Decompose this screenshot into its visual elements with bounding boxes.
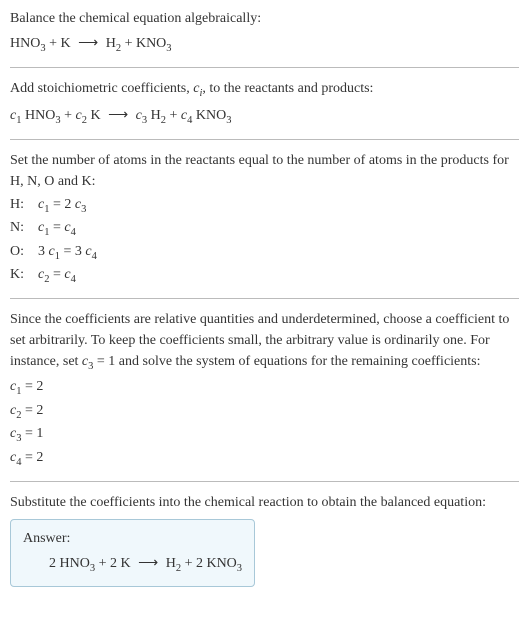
atom-row-o: O: 3 c1 = 3 c4 bbox=[10, 241, 519, 265]
step2-intro: Set the number of atoms in the reactants… bbox=[10, 150, 519, 192]
divider bbox=[10, 481, 519, 482]
atom-row-n: N: c1 = c4 bbox=[10, 217, 519, 241]
arrow-icon: ⟶ bbox=[104, 108, 132, 123]
atom-label: K: bbox=[10, 264, 38, 285]
eq-text: KNO bbox=[192, 108, 226, 123]
coef-line: c4 = 2 bbox=[10, 447, 519, 471]
eq-text: + 2 K bbox=[95, 556, 134, 571]
eq-text: H bbox=[102, 36, 116, 51]
step2-section: Set the number of atoms in the reactants… bbox=[10, 150, 519, 288]
atom-table: H: c1 = 2 c3 N: c1 = c4 O: 3 c1 = 3 c4 K… bbox=[10, 194, 519, 288]
step3-text: Since the coefficients are relative quan… bbox=[10, 309, 519, 375]
atom-eq: c1 = 2 c3 bbox=[38, 194, 86, 218]
atom-eq: c1 = c4 bbox=[38, 217, 76, 241]
eq-text: H bbox=[147, 108, 161, 123]
eq-text: + KNO bbox=[121, 36, 166, 51]
atom-row-h: H: c1 = 2 c3 bbox=[10, 194, 519, 218]
coef-line: c1 = 2 bbox=[10, 376, 519, 400]
divider bbox=[10, 67, 519, 68]
intro-section: Balance the chemical equation algebraica… bbox=[10, 8, 519, 57]
step3-section: Since the coefficients are relative quan… bbox=[10, 309, 519, 471]
step1-section: Add stoichiometric coefficients, ci, to … bbox=[10, 78, 519, 129]
atom-label: H: bbox=[10, 194, 38, 215]
eq-text: + bbox=[61, 108, 76, 123]
divider bbox=[10, 139, 519, 140]
eq-text: + bbox=[166, 108, 181, 123]
coef-line: c3 = 1 bbox=[10, 423, 519, 447]
eq-text: K bbox=[87, 108, 104, 123]
step1-text: Add stoichiometric coefficients, ci, to … bbox=[10, 78, 519, 102]
answer-label: Answer: bbox=[23, 528, 242, 549]
step4-text: Substitute the coefficients into the che… bbox=[10, 492, 519, 513]
eq-text: 2 HNO bbox=[49, 556, 90, 571]
answer-box: Answer: 2 HNO3 + 2 K ⟶ H2 + 2 KNO3 bbox=[10, 519, 255, 588]
eq-text: HNO bbox=[21, 108, 55, 123]
atom-label: N: bbox=[10, 217, 38, 238]
atom-label: O: bbox=[10, 241, 38, 262]
atom-row-k: K: c2 = c4 bbox=[10, 264, 519, 288]
eq-text: HNO bbox=[10, 36, 40, 51]
eq-text: + 2 KNO bbox=[181, 556, 237, 571]
eq-sub: 3 bbox=[226, 115, 231, 126]
step4-section: Substitute the coefficients into the che… bbox=[10, 492, 519, 588]
atom-eq: 3 c1 = 3 c4 bbox=[38, 241, 97, 265]
eq-sub: 3 bbox=[237, 562, 242, 573]
arrow-icon: ⟶ bbox=[74, 36, 102, 51]
coefficient-list: c1 = 2 c2 = 2 c3 = 1 c4 = 2 bbox=[10, 376, 519, 470]
divider bbox=[10, 298, 519, 299]
coef-line: c2 = 2 bbox=[10, 400, 519, 424]
eq-sub: 3 bbox=[166, 43, 171, 54]
step1-equation: c1 HNO3 + c2 K ⟶ c3 H2 + c4 KNO3 bbox=[10, 105, 519, 129]
answer-equation: 2 HNO3 + 2 K ⟶ H2 + 2 KNO3 bbox=[23, 553, 242, 577]
intro-equation: HNO3 + K ⟶ H2 + KNO3 bbox=[10, 33, 519, 57]
atom-eq: c2 = c4 bbox=[38, 264, 76, 288]
arrow-icon: ⟶ bbox=[134, 556, 162, 571]
intro-text: Balance the chemical equation algebraica… bbox=[10, 8, 519, 29]
eq-text: + K bbox=[46, 36, 75, 51]
eq-text: H bbox=[162, 556, 176, 571]
